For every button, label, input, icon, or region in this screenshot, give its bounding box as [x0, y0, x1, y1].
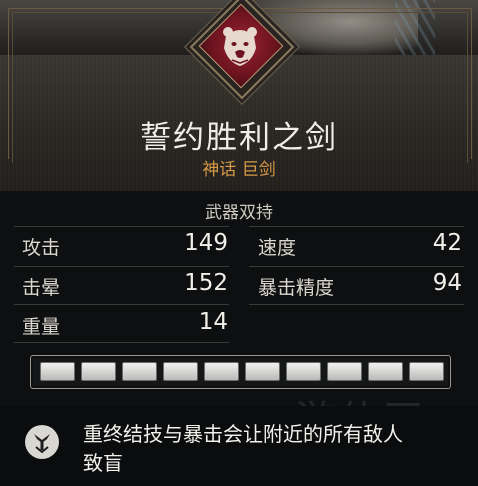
upgrade-slot	[40, 362, 75, 381]
upgrade-slot	[368, 362, 403, 381]
ability-line: 致盲	[83, 451, 123, 475]
stat-divider	[249, 226, 464, 227]
stat-divider	[14, 266, 229, 267]
weapon-name: 誓约胜利之剑	[140, 120, 338, 156]
upgrade-slot	[245, 362, 280, 381]
stat-label: 攻击	[22, 237, 61, 259]
ability-line: 重终结技与暴击会让附近的所有敌人	[83, 422, 403, 446]
upgrade-slot	[327, 362, 362, 381]
upgrade-slot	[122, 362, 157, 381]
stat-label: 速度	[258, 237, 297, 259]
upgrade-slot	[409, 362, 444, 381]
ability-description: 重终结技与暴击会让附近的所有敌人 致盲	[83, 420, 463, 478]
bear-icon	[223, 27, 257, 66]
stat-label: 暴击精度	[258, 277, 335, 299]
weapon-rarity-type: 神话 巨剑	[0, 155, 478, 180]
weapon-type: 巨剑	[241, 160, 276, 180]
stat-label: 击晕	[22, 277, 61, 299]
stat-value: 94	[432, 270, 462, 296]
stat-value: 42	[432, 230, 462, 256]
stat-divider	[14, 226, 229, 227]
sword-ability-icon	[25, 425, 59, 459]
upgrade-slot	[286, 362, 321, 381]
stat-divider	[14, 304, 229, 305]
stat-divider	[249, 304, 464, 305]
stat-value: 149	[184, 230, 228, 256]
upgrade-slot	[163, 362, 198, 381]
stat-value: 152	[184, 270, 228, 296]
stat-label: 重量	[22, 316, 61, 338]
stat-divider	[249, 266, 464, 267]
stat-value: 14	[198, 309, 228, 335]
weapon-rarity: 神话	[202, 160, 237, 180]
stats-header: 武器双持	[205, 203, 273, 223]
upgrade-slot	[81, 362, 116, 381]
upgrade-slot	[204, 362, 239, 381]
stat-divider	[14, 342, 229, 343]
